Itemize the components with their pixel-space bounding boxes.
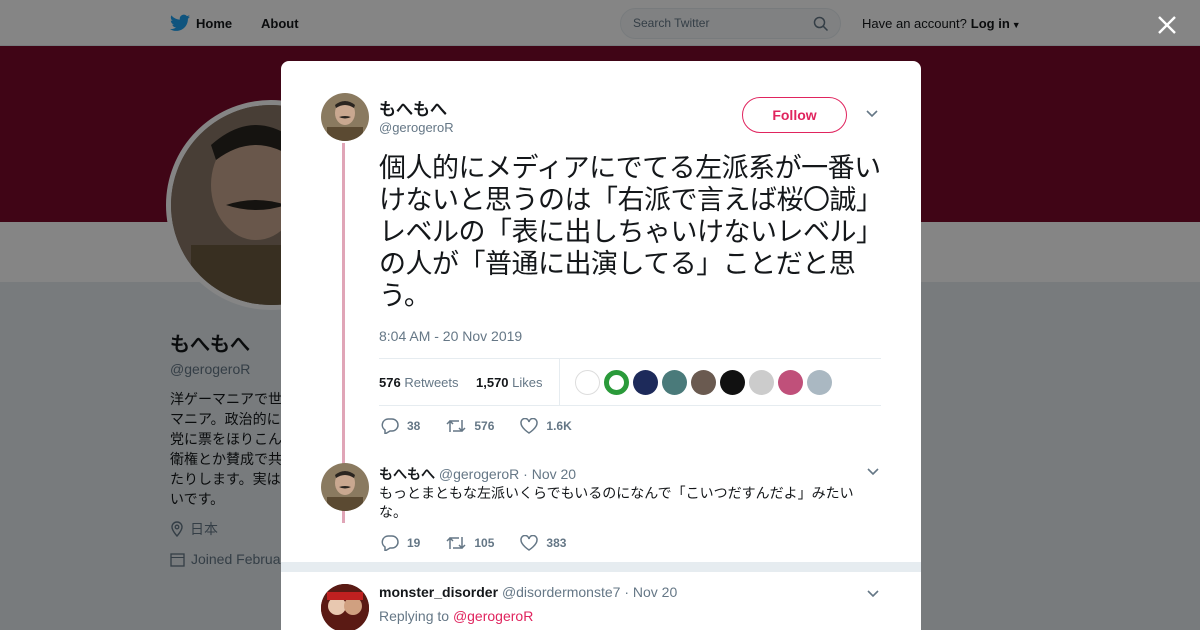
chevron-down-icon[interactable] [866, 467, 880, 477]
likes-label: Likes [512, 375, 543, 390]
follow-button[interactable]: Follow [742, 97, 847, 133]
reply-count: 19 [407, 536, 421, 550]
replying-label: Replying to [379, 608, 450, 624]
reply-count: 38 [407, 419, 421, 433]
tweet-stats: 576 Retweets 1,570 Likes [379, 358, 881, 406]
tweet-author-handle[interactable]: @gerogeroR [379, 120, 454, 135]
author-portrait [321, 463, 369, 511]
reply-text: もっとまともな左派いくらでもいるのになんで「こいつだすんだよ」みたいな。 [379, 485, 854, 520]
tweet-modal: もへもへ @gerogeroR Follow 個人的にメディアにでてる左派系が一… [281, 61, 921, 630]
retweet-count: 576 [474, 419, 495, 433]
reply-actions: 19 105 383 [381, 535, 592, 551]
liker-avatar[interactable] [575, 370, 600, 395]
likes-stat[interactable]: 1,570 Likes [476, 375, 543, 390]
like-count: 383 [546, 536, 567, 550]
reply-author-avatar[interactable] [321, 584, 369, 630]
replying-to-link[interactable]: @gerogeroR [453, 608, 533, 624]
retweet-button[interactable]: 105 [446, 535, 494, 551]
like-count: 1.6K [546, 419, 572, 433]
reply-date[interactable]: · Nov 20 [624, 584, 677, 600]
tweet-timestamp[interactable]: 8:04 AM - 20 Nov 2019 [379, 328, 522, 344]
retweet-count: 105 [474, 536, 495, 550]
stats-divider [559, 359, 560, 405]
likes-count: 1,570 [476, 375, 509, 390]
liker-avatar[interactable] [604, 370, 629, 395]
reply-author-name[interactable]: もへもへ [379, 466, 435, 482]
reply-author-handle[interactable]: @gerogeroR [439, 466, 519, 482]
reply-date[interactable]: · Nov 20 [523, 466, 576, 482]
liker-avatar[interactable] [749, 370, 774, 395]
retweet-icon [446, 536, 466, 550]
liker-avatar[interactable] [633, 370, 658, 395]
reply-icon [381, 418, 399, 434]
reply-button[interactable]: 19 [381, 535, 420, 551]
author-portrait [321, 93, 369, 141]
close-icon[interactable] [1155, 13, 1179, 37]
liker-avatar[interactable] [720, 370, 745, 395]
retweet-button[interactable]: 576 [446, 418, 494, 434]
reply-author-handle[interactable]: @disordermonste7 [502, 584, 621, 600]
reply-header: もへもへ @gerogeroR · Nov 20 [379, 464, 576, 484]
liker-avatar[interactable] [778, 370, 803, 395]
reply-header: monster_disorder @disordermonste7 · Nov … [379, 584, 677, 600]
tweet-actions: 38 576 1.6K [381, 418, 598, 434]
liker-avatars [575, 370, 832, 395]
liker-avatar[interactable] [662, 370, 687, 395]
like-button[interactable]: 1.6K [520, 418, 572, 434]
chevron-down-icon[interactable] [865, 109, 879, 119]
reply-icon [381, 535, 399, 551]
chevron-down-icon[interactable] [866, 589, 880, 599]
retweets-count: 576 [379, 375, 401, 390]
thread-separator [281, 562, 921, 572]
retweets-label: Retweets [404, 375, 459, 390]
like-button[interactable]: 383 [520, 535, 566, 551]
heart-icon [520, 418, 539, 434]
retweets-stat[interactable]: 576 Retweets [379, 375, 459, 390]
tweet-author-name[interactable]: もへもへ [379, 95, 447, 120]
liker-avatar[interactable] [691, 370, 716, 395]
replying-to: Replying to @gerogeroR [379, 608, 533, 624]
reply-author-avatar[interactable] [321, 463, 369, 511]
heart-icon [520, 535, 539, 551]
tweet-text: 個人的にメディアにでてる左派系が一番いけないと思うのは「右派で言えば桜〇誠」レベ… [379, 153, 883, 312]
liker-avatar[interactable] [807, 370, 832, 395]
reply-button[interactable]: 38 [381, 418, 420, 434]
retweet-icon [446, 419, 466, 433]
tweet-author-avatar[interactable] [321, 93, 369, 141]
avatar-image [321, 584, 369, 630]
reply-author-name[interactable]: monster_disorder [379, 584, 498, 600]
